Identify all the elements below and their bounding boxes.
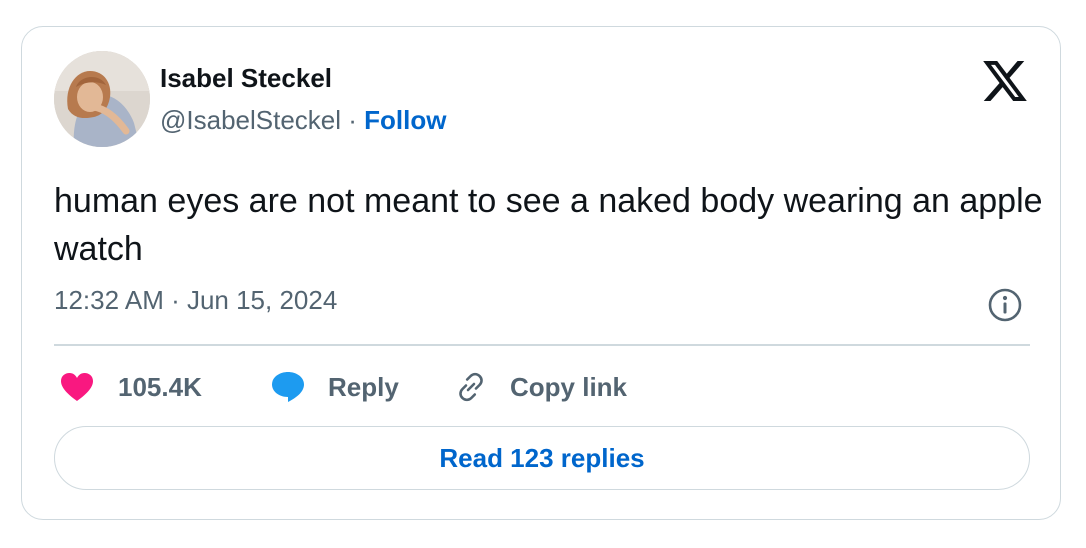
follow-button[interactable]: Follow bbox=[364, 105, 446, 135]
info-icon[interactable] bbox=[987, 287, 1023, 323]
author-name[interactable]: Isabel Steckel bbox=[160, 63, 332, 94]
reply-label: Reply bbox=[328, 371, 399, 402]
speech-bubble-icon bbox=[272, 372, 304, 402]
divider bbox=[54, 344, 1030, 346]
reply-button[interactable]: Reply bbox=[270, 367, 399, 407]
like-count: 105.4K bbox=[118, 371, 202, 402]
author-handle-row: @IsabelSteckel · Follow bbox=[160, 105, 446, 136]
author-handle[interactable]: @IsabelSteckel bbox=[160, 105, 341, 135]
avatar-photo bbox=[54, 51, 150, 147]
link-icon bbox=[459, 372, 483, 402]
tweet-card: Isabel Steckel @IsabelSteckel · Follow h… bbox=[21, 26, 1061, 520]
handle-separator: · bbox=[341, 105, 365, 135]
x-logo-icon[interactable] bbox=[983, 61, 1027, 101]
tweet-text: human eyes are not meant to see a naked … bbox=[54, 182, 1043, 268]
heart-icon bbox=[61, 373, 93, 401]
tweet-timestamp[interactable]: 12:32 AM · Jun 15, 2024 bbox=[54, 285, 337, 316]
read-replies-button[interactable]: Read 123 replies bbox=[54, 426, 1030, 490]
avatar[interactable] bbox=[54, 51, 150, 147]
like-button[interactable]: 105.4K bbox=[60, 367, 202, 407]
copy-link-button[interactable]: Copy link bbox=[454, 367, 627, 407]
copy-link-label: Copy link bbox=[510, 371, 628, 402]
